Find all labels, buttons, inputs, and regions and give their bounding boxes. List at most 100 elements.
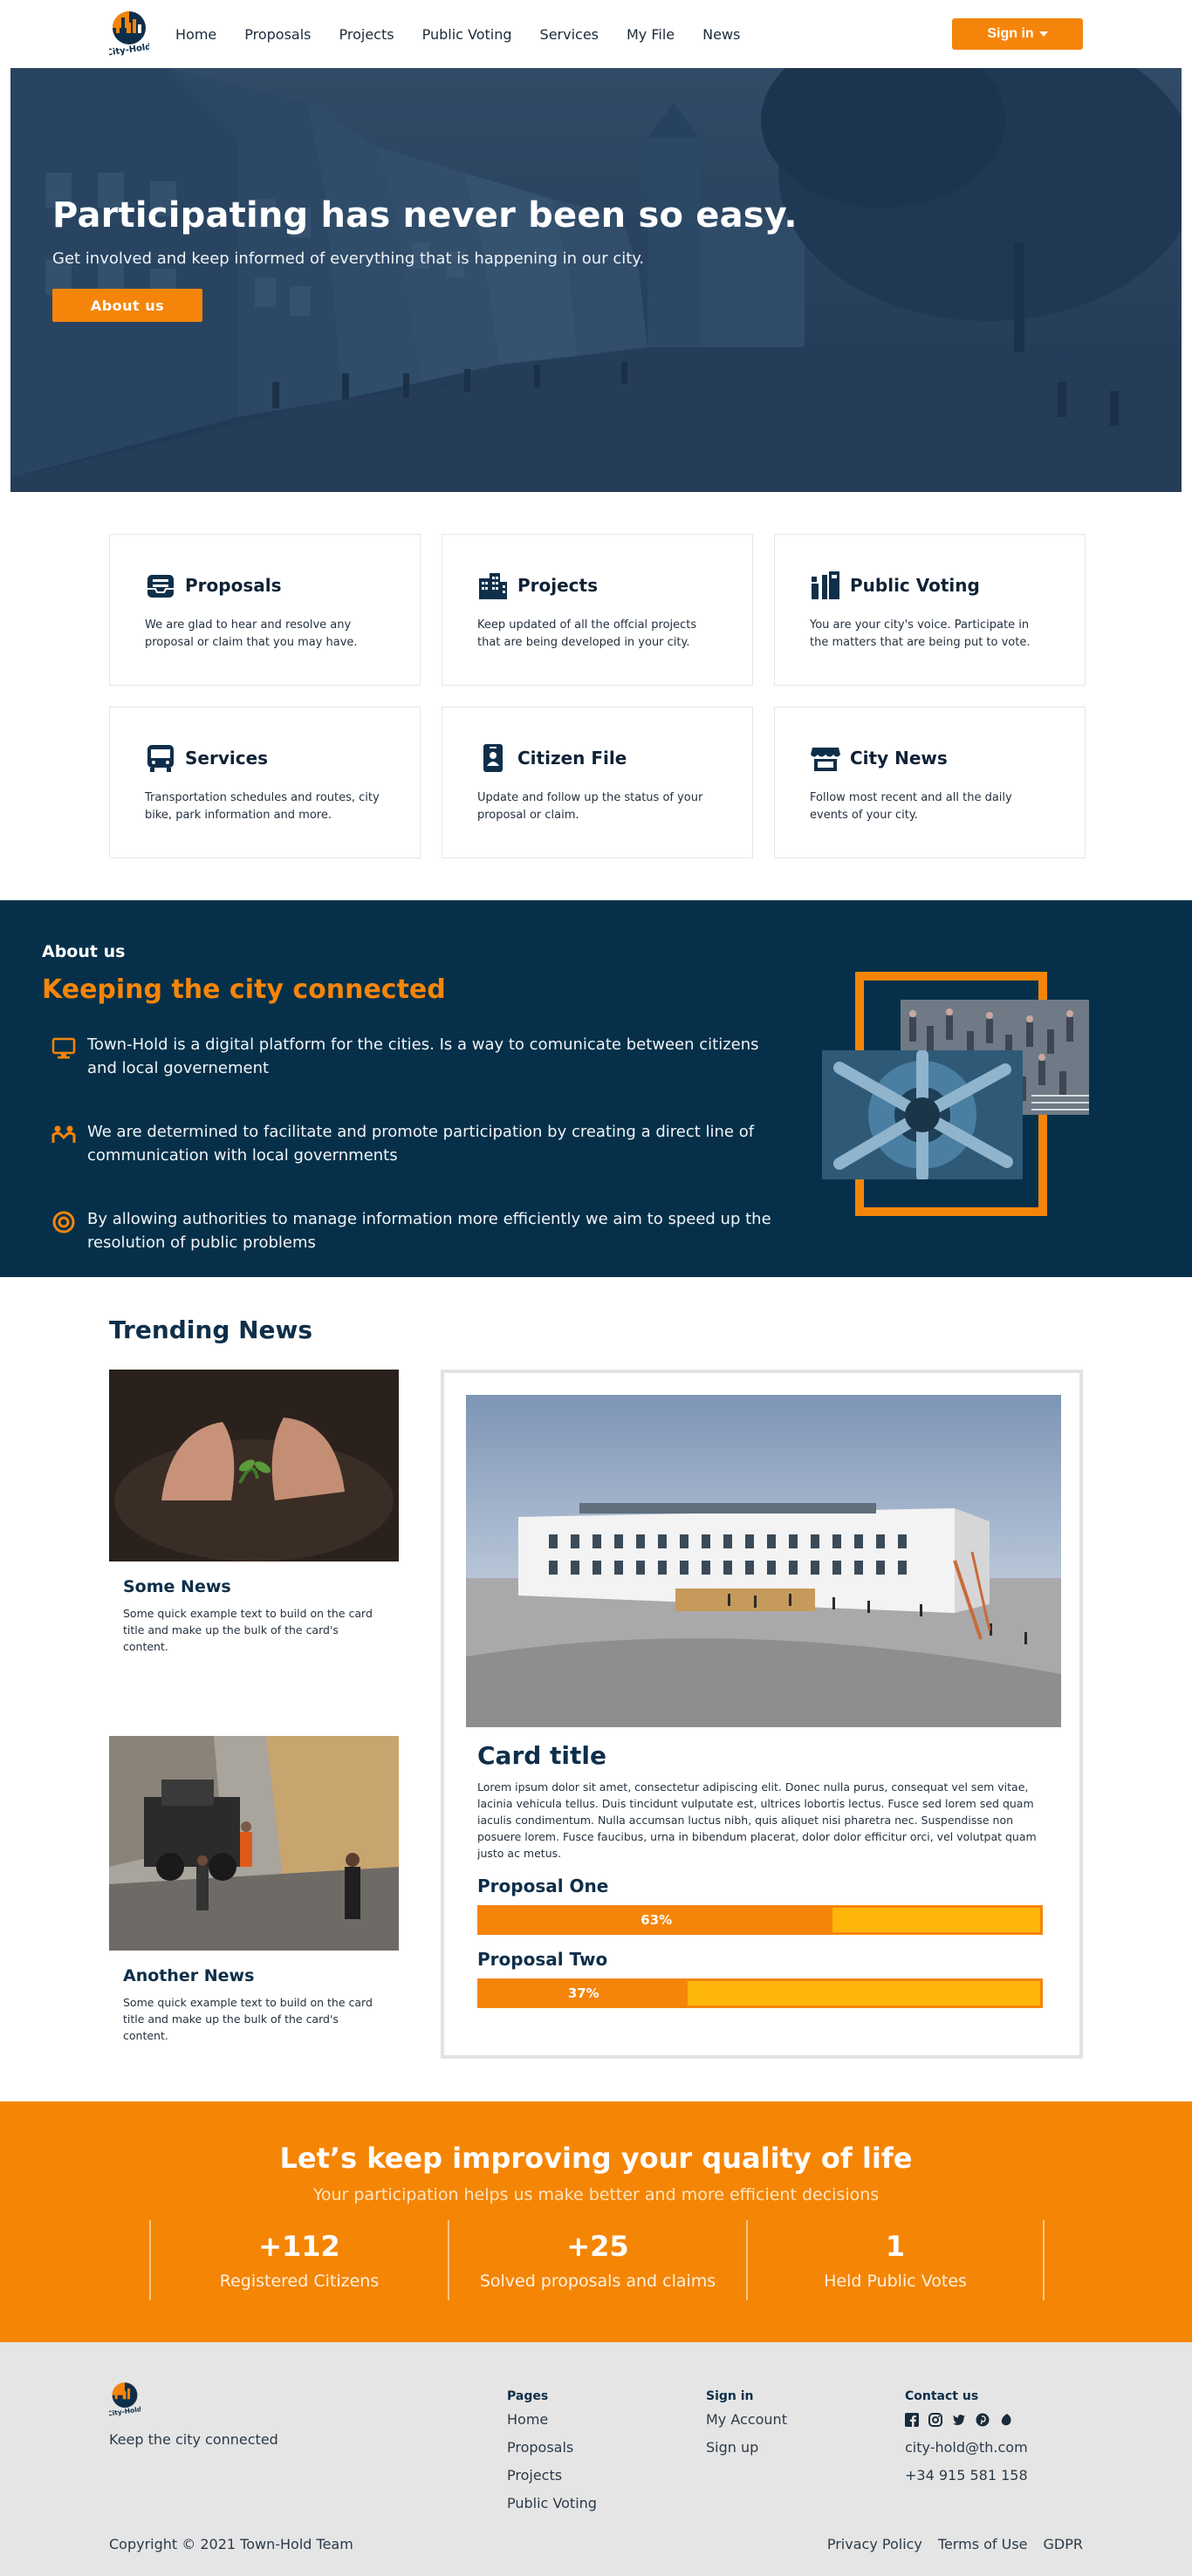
- card-text: Transportation schedules and routes, cit…: [145, 791, 380, 822]
- card-title: Projects: [517, 575, 599, 596]
- featured-card: Card title Lorem ipsum dolor sit amet, c…: [441, 1370, 1083, 2059]
- card-title: Proposals: [185, 575, 282, 596]
- card-title: Services: [185, 748, 269, 769]
- twitter-icon[interactable]: [952, 2413, 966, 2427]
- card-text: Keep updated of all the offcial projects…: [477, 618, 697, 649]
- service-card-services[interactable]: Services Transportation schedules and ro…: [109, 707, 421, 858]
- footer-link-projects[interactable]: Projects: [507, 2466, 597, 2485]
- inbox-icon: [145, 570, 176, 601]
- footer-contact-column: Contact us city-hold@th.com +34 915 581 …: [905, 2389, 1028, 2494]
- footer-link-public-voting[interactable]: Public Voting: [507, 2494, 597, 2513]
- about-kicker: About us: [42, 942, 126, 961]
- progress-fill: 37%: [480, 1981, 688, 2005]
- stats-title: Let’s keep improving your quality of lif…: [279, 2142, 913, 2175]
- about-item: By allowing authorities to manage inform…: [51, 1207, 792, 1254]
- about-us-button[interactable]: About us: [52, 289, 202, 322]
- contact-email[interactable]: city-hold@th.com: [905, 2438, 1028, 2457]
- stat-solved-proposals: +25 Solved proposals and claims: [448, 2220, 746, 2300]
- footer-link-my-account[interactable]: My Account: [706, 2410, 787, 2429]
- proposal-progress-bar: 37%: [477, 1978, 1043, 2008]
- footer-signin-column: Sign in My Account Sign up: [706, 2389, 787, 2466]
- main-nav: Home Proposals Projects Public Voting Se…: [175, 26, 768, 43]
- footer-link-home[interactable]: Home: [507, 2410, 597, 2429]
- stats-section: Let’s keep improving your quality of lif…: [0, 2101, 1192, 2342]
- footer-link-proposals[interactable]: Proposals: [507, 2438, 597, 2457]
- nav-news[interactable]: News: [702, 26, 740, 43]
- store-icon: [810, 742, 841, 774]
- about-item-text: We are determined to facilitate and prom…: [87, 1123, 755, 1165]
- town-hall-building-photo: [466, 1395, 1061, 1727]
- hands-together-photo: [822, 1050, 1023, 1179]
- nav-public-voting[interactable]: Public Voting: [422, 26, 512, 43]
- service-card-projects[interactable]: Projects Keep updated of all the offcial…: [442, 534, 753, 686]
- footer-heading: Sign in: [706, 2389, 754, 2403]
- stats-row: +112 Registered Citizens +25 Solved prop…: [149, 2220, 1045, 2300]
- footer-pages-column: Pages Home Proposals Projects Public Vot…: [507, 2389, 597, 2522]
- proposal-label: Proposal One: [477, 1876, 609, 1896]
- proposal-label: Proposal Two: [477, 1949, 608, 1970]
- footer-tagline: Keep the city connected: [109, 2431, 278, 2448]
- news-text: Some quick example text to build on the …: [123, 1607, 373, 1653]
- nav-home[interactable]: Home: [175, 26, 216, 43]
- city-hold-logo[interactable]: City-Hold: [109, 9, 149, 59]
- progress-percent: 37%: [567, 1985, 599, 2001]
- gdpr-link[interactable]: GDPR: [1044, 2536, 1083, 2552]
- svg-text:City-Hold: City-Hold: [109, 42, 149, 58]
- contact-phone: +34 915 581 158: [905, 2467, 1028, 2484]
- stat-number: +25: [566, 2230, 629, 2263]
- facebook-icon[interactable]: [905, 2413, 919, 2427]
- service-card-proposals[interactable]: Proposals We are glad to hear and resolv…: [109, 534, 421, 686]
- card-text: Update and follow up the status of your …: [477, 791, 703, 822]
- terms-of-use-link[interactable]: Terms of Use: [938, 2536, 1028, 2552]
- card-title: Citizen File: [517, 748, 627, 769]
- buildings-icon: [477, 570, 509, 601]
- stat-label: Held Public Votes: [824, 2272, 967, 2291]
- stat-public-votes: 1 Held Public Votes: [746, 2220, 1045, 2300]
- footer-heading: Pages: [507, 2389, 549, 2403]
- instagram-icon[interactable]: [928, 2413, 942, 2427]
- nav-my-file[interactable]: My File: [627, 26, 675, 43]
- footer-logo[interactable]: City-Hold: [106, 2381, 142, 2422]
- news-card[interactable]: Another News Some quick example text to …: [109, 1736, 399, 2044]
- footer-link-sign-up[interactable]: Sign up: [706, 2438, 787, 2457]
- stats-subtitle: Your participation helps us make better …: [312, 2185, 880, 2204]
- service-card-citizen-file[interactable]: Citizen File Update and follow up the st…: [442, 707, 753, 858]
- about-list: Town-Hold is a digital platform for the …: [51, 1033, 792, 1295]
- card-title: Card title: [477, 1741, 606, 1770]
- footer-heading: Contact us: [905, 2389, 979, 2403]
- progress-percent: 63%: [641, 1912, 673, 1928]
- trending-news-section: Trending News Some News Some quick examp…: [0, 1277, 1192, 2101]
- leaf-icon[interactable]: [999, 2413, 1013, 2427]
- svg-text:City-Hold: City-Hold: [109, 2405, 140, 2417]
- service-card-city-news[interactable]: City News Follow most recent and all the…: [774, 707, 1086, 858]
- people-icon: [51, 1122, 77, 1148]
- progress-fill: 63%: [480, 1908, 833, 1932]
- service-card-public-voting[interactable]: Public Voting You are your city's voice.…: [774, 534, 1086, 686]
- nav-services[interactable]: Services: [540, 26, 599, 43]
- id-badge-icon: [477, 742, 509, 774]
- services-grid: Proposals We are glad to hear and resolv…: [0, 492, 1192, 900]
- about-title: Keeping the city connected: [42, 974, 446, 1005]
- card-title: Public Voting: [850, 575, 980, 596]
- stat-label: Solved proposals and claims: [479, 2272, 716, 2291]
- social-links: [905, 2410, 1028, 2429]
- legal-links: Privacy Policy Terms of Use GDPR: [827, 2536, 1083, 2552]
- news-card[interactable]: Some News Some quick example text to bui…: [109, 1370, 399, 1655]
- about-item-text: Town-Hold is a digital platform for the …: [87, 1035, 759, 1077]
- stat-number: +112: [258, 2230, 340, 2263]
- stat-number: 1: [885, 2230, 906, 2263]
- card-text: We are glad to hear and resolve any prop…: [145, 618, 358, 649]
- about-item: We are determined to facilitate and prom…: [51, 1120, 792, 1167]
- footer: City-Hold Keep the city connected Pages …: [0, 2342, 1192, 2576]
- nav-projects[interactable]: Projects: [339, 26, 394, 43]
- pinterest-icon[interactable]: [976, 2413, 990, 2427]
- caret-down-icon: [1038, 31, 1048, 37]
- card-text: You are your city's voice. Participate i…: [810, 618, 1031, 649]
- privacy-policy-link[interactable]: Privacy Policy: [827, 2536, 922, 2552]
- nav-proposals[interactable]: Proposals: [244, 26, 311, 43]
- monitor-icon: [51, 1035, 77, 1061]
- about-section: About us Keeping the city connected Town…: [0, 900, 1192, 1277]
- sign-in-button[interactable]: Sign in: [952, 18, 1083, 50]
- about-item-text: By allowing authorities to manage inform…: [87, 1210, 771, 1252]
- stat-label: Registered Citizens: [219, 2272, 380, 2291]
